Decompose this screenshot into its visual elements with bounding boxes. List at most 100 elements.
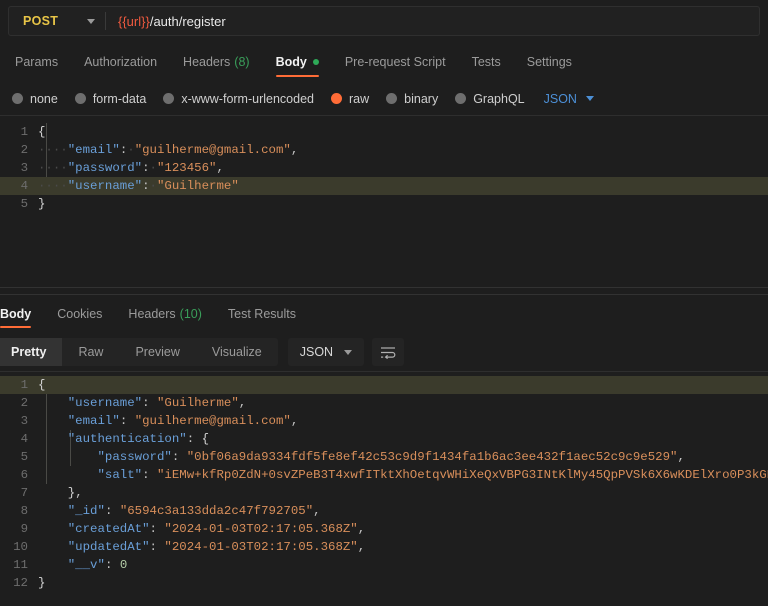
body-type-radio-none[interactable]: none [12,92,58,106]
body-type-radio-raw[interactable]: raw [331,92,369,106]
tab-label: Body [0,307,32,321]
request-tab-params[interactable]: Params [2,42,71,82]
request-body-editor[interactable]: 1{2 ····"email":·"guilherme@gmail.com", 3 ·… [0,115,768,287]
code-token: "6594c3a133dda2c47f792705" [119,504,314,518]
body-format-dropdown[interactable]: JSON [544,92,594,106]
code-token: : [186,432,202,446]
code-line[interactable]: 11 "__v": 0 [0,556,768,574]
request-tab-authorization[interactable]: Authorization [71,42,170,82]
request-tab-settings[interactable]: Settings [514,42,585,82]
response-tab-body[interactable]: Body [0,295,44,333]
request-tabs: Params Authorization Headers (8) Body Pre-req… [0,42,768,82]
code-token: : [142,468,157,482]
code-text: "email": "guilherme@gmail.com", [38,412,299,430]
request-tab-body[interactable]: Body [263,42,332,82]
line-number: 1 [20,125,28,139]
code-line[interactable]: 8 "_id": "6594c3a133dda2c47f792705", [0,502,768,520]
pane-splitter[interactable] [0,287,768,295]
code-token: , [216,161,224,175]
code-token: 0 [119,558,128,572]
line-number: 2 [20,396,28,410]
code-text: ····"username":·"Guilherme" [38,177,239,195]
code-text: "authentication": { [38,430,209,448]
response-view-preview[interactable]: Preview [119,338,195,366]
code-token: : [119,414,135,428]
code-token: · [149,161,157,175]
http-method-dropdown[interactable]: POST [9,7,105,35]
code-token: : [104,558,120,572]
response-view-visualize[interactable]: Visualize [196,338,278,366]
code-line[interactable]: 1{ [0,123,768,141]
code-token: ···· [38,179,68,193]
code-text: } [38,195,45,213]
response-tab-test-results[interactable]: Test Results [215,295,309,333]
code-text: }, [38,484,83,502]
response-view-raw[interactable]: Raw [62,338,119,366]
code-token: ···· [38,161,68,175]
code-line[interactable]: 4 "authentication": { [0,430,768,448]
radio-icon [12,93,23,104]
code-token: "Guilherme" [156,179,239,193]
code-text: "__v": 0 [38,556,128,574]
body-type-radio-form-data[interactable]: form-data [74,92,146,106]
word-wrap-glyph [381,346,396,359]
response-format-dropdown[interactable]: JSON [287,338,365,366]
code-line[interactable]: 9 "createdAt": "2024-01-03T02:17:05.368Z… [0,520,768,538]
code-token: "createdAt" [67,522,150,536]
code-token: , [677,450,685,464]
body-type-radio-binary[interactable]: binary [386,92,438,106]
line-number: 7 [20,486,28,500]
body-type-label: raw [349,91,370,106]
code-line[interactable]: 4 ····"username":·"Guilherme" [0,177,768,195]
code-text: { [38,123,45,141]
request-tab-tests[interactable]: Tests [459,42,514,82]
tab-label: Settings [526,55,572,69]
code-token: , [357,540,366,554]
code-token: { [38,125,46,139]
code-line[interactable]: 5 "password": "0bf06a9da9334fdf5fe8ef42c… [0,448,768,466]
code-line[interactable]: 7 }, [0,484,768,502]
word-wrap-icon[interactable] [372,338,405,366]
code-line[interactable]: 2 "username": "Guilherme", [0,394,768,412]
response-body-editor[interactable]: 1{2 "username": "Guilherme", 3 "email": "… [0,371,768,606]
url-input[interactable]: {{url}}/auth/register [106,14,759,29]
code-line[interactable]: 3 ····"password":·"123456", [0,159,768,177]
code-line[interactable]: 2 ····"email":·"guilherme@gmail.com", [0,141,768,159]
body-type-row: none form-data x-www-form-urlencoded raw bin… [0,82,768,115]
code-text: } [38,574,45,592]
code-token: } [38,576,46,590]
code-line[interactable]: 6 "salt": "iEMw+kfRp0ZdN+0svZPeB3T4xwfIT… [0,466,768,484]
body-type-radio-x-www-form-urlencoded[interactable]: x-www-form-urlencoded [163,92,314,106]
radio-icon [386,93,398,104]
code-token: "updatedAt" [67,540,150,554]
divider [0,287,768,288]
line-number: 12 [13,576,28,590]
code-line[interactable]: 12} [0,574,768,592]
body-type-radio-graphql[interactable]: GraphQL [455,92,525,106]
code-token: ···· [38,143,68,157]
code-token: "username" [67,179,143,193]
line-number: 9 [20,522,28,536]
tab-label: Test Results [227,307,296,321]
code-token: , [290,143,299,157]
divider [0,371,768,372]
tab-label: Pre-request Script [344,55,446,69]
code-line[interactable]: 3 "email": "guilherme@gmail.com", [0,412,768,430]
response-format-label: JSON [299,345,334,359]
response-view-pretty[interactable]: Pretty [0,338,63,366]
code-token: : [142,179,150,193]
code-line[interactable]: 1{ [0,376,768,394]
code-token: "guilherme@gmail.com" [134,143,291,157]
request-tab-headers[interactable]: Headers (8) [170,42,263,82]
response-tab-cookies[interactable]: Cookies [44,295,115,333]
tab-label: Headers [128,307,176,321]
response-tab-headers[interactable]: Headers (10) [115,295,214,333]
code-token: { [38,378,46,392]
code-token: "password" [67,161,143,175]
code-line[interactable]: 5} [0,195,768,213]
request-tab-pre-request-script[interactable]: Pre-request Script [332,42,459,82]
url-shell: POST {{url}}/auth/register [8,6,760,36]
line-number: 4 [20,432,28,446]
code-line[interactable]: 10 "updatedAt": "2024-01-03T02:17:05.368… [0,538,768,556]
